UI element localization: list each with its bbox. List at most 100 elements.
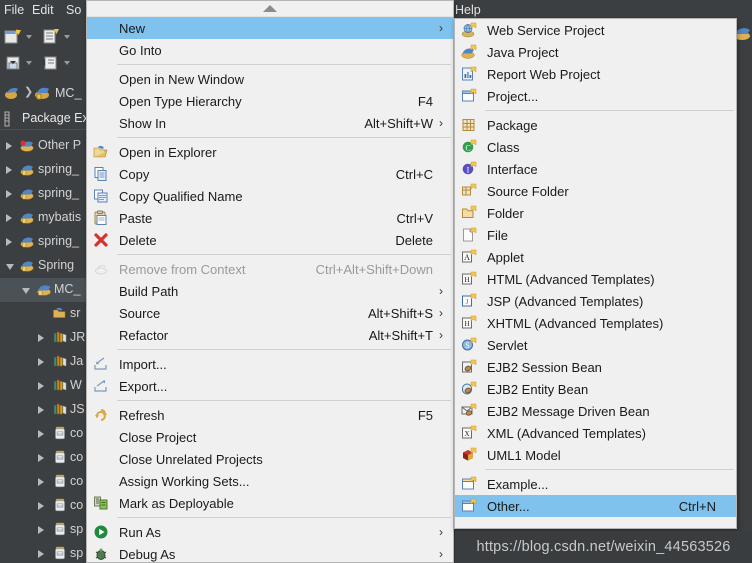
xml-icon: X [455,422,483,444]
tree-item[interactable]: JR [0,326,90,350]
menu-item[interactable]: Web Service Project [455,19,736,41]
chevron-right-icon[interactable] [38,382,44,390]
chevron-down-icon[interactable] [6,264,14,270]
menu-item[interactable]: Run As › [87,521,453,543]
tree-item[interactable]: spring_ [0,158,90,182]
chevron-right-icon[interactable] [38,334,44,342]
tree-item[interactable]: spring_ [0,230,90,254]
menu-item[interactable]: Open in New Window [87,68,453,90]
menu-item[interactable]: New › [87,17,453,39]
menu-item[interactable]: File [455,224,736,246]
chevron-down-icon[interactable] [22,288,30,294]
menu-item[interactable]: S Servlet [455,334,736,356]
chevron-right-icon[interactable] [38,358,44,366]
menu-item[interactable]: H XHTML (Advanced Templates) [455,312,736,334]
menu-item[interactable]: Close Project [87,426,453,448]
chevron-right-icon[interactable] [6,142,12,150]
chevron-right-icon[interactable] [6,166,12,174]
chevron-right-icon: › [439,21,443,35]
menu-item[interactable]: Folder [455,202,736,224]
chevron-right-icon[interactable] [38,550,44,558]
tree-item[interactable]: mybatis [0,206,90,230]
menu-item[interactable]: EJB2 Message Driven Bean [455,400,736,422]
tree-item[interactable]: sr [0,302,90,326]
tree-item[interactable]: 010 sp [0,542,90,563]
save-icon[interactable] [4,54,22,72]
menu-item[interactable]: Project... [455,85,736,107]
menu-item[interactable]: Close Unrelated Projects [87,448,453,470]
tree-item[interactable]: 010 co [0,446,90,470]
chevron-right-icon[interactable] [6,190,12,198]
menu-item[interactable]: Example... [455,473,736,495]
applet-icon: A [455,246,483,268]
menubar-item-edit[interactable]: Edit [32,3,54,17]
menu-item[interactable]: Open in Explorer [87,141,453,163]
menu-item[interactable]: Import... [87,353,453,375]
chevron-right-icon[interactable] [6,238,12,246]
chevron-right-icon[interactable] [38,478,44,486]
menu-item[interactable]: Assign Working Sets... [87,470,453,492]
tree-item[interactable]: spring_ [0,182,90,206]
menu-item[interactable]: Export... [87,375,453,397]
menu-item[interactable]: C Class [455,136,736,158]
menu-item[interactable]: X XML (Advanced Templates) [455,422,736,444]
project-tree[interactable]: Other Pspring_ spring_ mybatis spring_ Sprin… [0,134,90,563]
chevron-right-icon[interactable] [38,502,44,510]
menu-item[interactable]: Mark as Deployable [87,492,453,514]
menu-item[interactable]: J JSP (Advanced Templates) [455,290,736,312]
chevron-right-icon[interactable] [38,430,44,438]
tree-item[interactable]: MC_ [0,278,90,302]
context-menu-scroll-up[interactable] [87,1,453,17]
menu-item[interactable]: H HTML (Advanced Templates) [455,268,736,290]
chevron-right-icon[interactable] [6,214,12,222]
menu-item[interactable]: Source Alt+Shift+S › [87,302,453,324]
menu-item[interactable]: Open Type Hierarchy F4 [87,90,453,112]
tree-item[interactable]: JS [0,398,90,422]
new-submenu[interactable]: Web Service Project Java Project Report We… [454,18,737,529]
menu-item[interactable]: Report Web Project [455,63,736,85]
new-wizard-dropdown-caret[interactable] [26,35,32,39]
menubar-item-source[interactable]: So [66,3,81,17]
menu-item[interactable]: Build Path › [87,280,453,302]
menu-item[interactable]: Debug As › [87,543,453,562]
menu-item[interactable]: EJB2 Session Bean [455,356,736,378]
export-toolbar-icon[interactable] [42,54,60,72]
menu-item[interactable]: Refactor Alt+Shift+T › [87,324,453,346]
chevron-right-icon[interactable] [38,406,44,414]
menu-item[interactable]: Refresh F5 [87,404,453,426]
menu-item[interactable]: Paste Ctrl+V [87,207,453,229]
new-document-icon[interactable] [42,28,60,46]
tree-item[interactable]: 010 co [0,422,90,446]
tree-item[interactable]: 010 co [0,494,90,518]
tree-item[interactable]: Other P [0,134,90,158]
menu-item[interactable]: Go Into [87,39,453,61]
new-document-dropdown-caret[interactable] [64,35,70,39]
menubar-item-help[interactable]: Help [455,3,481,17]
new-wizard-icon[interactable] [4,28,22,46]
menu-item[interactable]: Other... Ctrl+N [455,495,736,517]
menu-item[interactable]: Remove from Context Ctrl+Alt+Shift+Down [87,258,453,280]
menu-item[interactable]: Copy Ctrl+C [87,163,453,185]
tree-item[interactable]: Spring [0,254,90,278]
menu-item[interactable]: Package [455,114,736,136]
chevron-right-icon[interactable] [38,454,44,462]
menu-item[interactable]: A Applet [455,246,736,268]
menu-item[interactable]: UML1 Model [455,444,736,466]
context-menu[interactable]: New › Go Into Open in New Window Open Type H… [86,0,454,563]
chevron-right-icon[interactable] [38,526,44,534]
tree-item[interactable]: 010 co [0,470,90,494]
web-project-breadcrumb-icon[interactable] [34,84,52,102]
menu-item[interactable]: I Interface [455,158,736,180]
menu-item[interactable]: Show In Alt+Shift+W › [87,112,453,134]
menu-separator [117,64,451,65]
tree-item[interactable]: 010 sp [0,518,90,542]
menu-item[interactable]: Source Folder [455,180,736,202]
tree-item[interactable]: Ja [0,350,90,374]
menubar-item-file[interactable]: File [4,3,24,17]
menu-item[interactable]: Delete Delete [87,229,453,251]
tree-item[interactable]: W [0,374,90,398]
menu-item[interactable]: EJB2 Entity Bean [455,378,736,400]
menu-item[interactable]: Copy Qualified Name [87,185,453,207]
menu-item[interactable]: Java Project [455,41,736,63]
server-icon[interactable] [4,84,22,102]
